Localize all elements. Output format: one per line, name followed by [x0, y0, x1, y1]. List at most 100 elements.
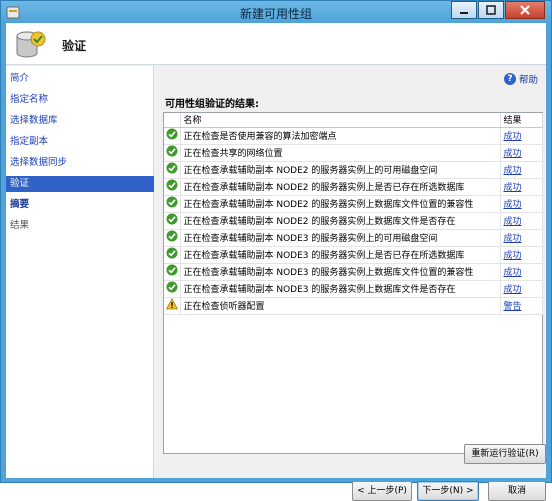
success-check-icon [166, 213, 178, 225]
help-link[interactable]: ? 帮助 [503, 72, 538, 86]
table-row[interactable]: 正在检查共享的网络位置 成功 [164, 144, 543, 162]
column-header-result[interactable]: 结果 [500, 113, 543, 128]
column-header-icon[interactable] [164, 113, 181, 128]
check-name: 正在检查承载辅助副本 NODE3 的服务器实例上数据库文件位置的兼容性 [180, 263, 501, 281]
result-cell: 成功 [500, 280, 543, 298]
result-cell: 成功 [500, 212, 543, 230]
nav-step-select-databases[interactable]: 选择数据库 [6, 113, 154, 129]
status-cell [164, 229, 181, 247]
table-row[interactable]: 正在检查承载辅助副本 NODE3 的服务器实例上数据库文件位置的兼容性 成功 [164, 263, 543, 281]
status-cell [164, 144, 181, 162]
success-check-icon [166, 179, 178, 191]
table-row[interactable]: 正在检查承载辅助副本 NODE2 的服务器实例上数据库文件是否存在 成功 [164, 212, 543, 230]
check-name: 正在检查是否使用兼容的算法加密端点 [180, 127, 501, 145]
result-warning-link[interactable]: 警告 [504, 302, 522, 312]
minimize-icon [460, 12, 468, 14]
maximize-button[interactable] [478, 1, 504, 19]
result-cell: 成功 [500, 229, 543, 247]
status-cell [164, 280, 181, 298]
check-name: 正在检查承载辅助副本 NODE3 的服务器实例上数据库文件是否存在 [180, 280, 501, 298]
check-name: 正在检查侦听器配置 [180, 297, 501, 315]
status-cell [164, 263, 181, 281]
success-check-icon [166, 264, 178, 276]
nav-step-specify-name[interactable]: 指定名称 [6, 92, 154, 108]
success-check-icon [166, 145, 178, 157]
success-check-icon [166, 128, 178, 140]
previous-button[interactable]: < 上一步(P) [352, 481, 412, 501]
nav-step-data-sync[interactable]: 选择数据同步 [6, 155, 154, 171]
result-cell: 警告 [500, 297, 543, 315]
result-success-link[interactable]: 成功 [504, 200, 522, 210]
next-button[interactable]: 下一步(N) > [417, 481, 479, 501]
table-header-row: 名称 结果 [164, 113, 543, 128]
result-success-link[interactable]: 成功 [504, 268, 522, 278]
table-row[interactable]: 正在检查承载辅助副本 NODE3 的服务器实例上是否已存在所选数据库 成功 [164, 246, 543, 264]
result-cell: 成功 [500, 144, 543, 162]
database-check-icon [16, 31, 46, 58]
validation-results-table: 名称 结果 正在检查是否使用兼容的算法加密端点 成功 正在检查共享的网络位置 成功 正在… [163, 112, 543, 454]
check-name: 正在检查共享的网络位置 [180, 144, 501, 162]
cancel-button[interactable]: 取消 [488, 481, 546, 501]
table-row[interactable]: 正在检查承载辅助副本 NODE2 的服务器实例上是否已存在所选数据库 成功 [164, 178, 543, 196]
success-check-icon [166, 196, 178, 208]
status-cell [164, 212, 181, 230]
main-content: ? 帮助 可用性组验证的结果: 名称 结果 正在检查是否使用兼容的算法加密端点成… [155, 66, 546, 501]
help-label: 帮助 [518, 75, 538, 86]
result-success-link[interactable]: 成功 [504, 217, 522, 227]
result-cell: 成功 [500, 246, 543, 264]
result-cell: 成功 [500, 263, 543, 281]
check-name: 正在检查承载辅助副本 NODE2 的服务器实例上数据库文件位置的兼容性 [180, 195, 501, 213]
result-success-link[interactable]: 成功 [504, 183, 522, 193]
warning-icon [165, 297, 178, 310]
check-name: 正在检查承载辅助副本 NODE3 的服务器实例上是否已存在所选数据库 [180, 246, 501, 264]
status-cell [164, 127, 181, 145]
status-cell [164, 161, 181, 179]
table-row[interactable]: 正在检查侦听器配置 警告 [164, 297, 543, 315]
result-success-link[interactable]: 成功 [504, 132, 522, 142]
status-cell [164, 178, 181, 196]
maximize-icon [486, 5, 496, 15]
table-row[interactable]: 正在检查承载辅助副本 NODE3 的服务器实例上的可用磁盘空间 成功 [164, 229, 543, 247]
check-name: 正在检查承载辅助副本 NODE3 的服务器实例上的可用磁盘空间 [180, 229, 501, 247]
status-cell [164, 195, 181, 213]
wizard-steps-nav: 简介 指定名称 选择数据库 指定副本 选择数据同步 验证 摘要 结果 [6, 66, 154, 478]
result-cell: 成功 [500, 178, 543, 196]
rerun-validation-button[interactable]: 重新运行验证(R) [464, 444, 546, 464]
status-cell [164, 297, 181, 315]
nav-step-validation[interactable]: 验证 [6, 176, 154, 192]
success-check-icon [166, 230, 178, 242]
table-row[interactable]: 正在检查承载辅助副本 NODE3 的服务器实例上数据库文件是否存在 成功 [164, 280, 543, 298]
title-bar[interactable]: 新建可用性组 [1, 1, 551, 23]
result-cell: 成功 [500, 127, 543, 145]
wizard-window: 新建可用性组 验证 简介 指定名称 选择数据库 指定副本 选择数据同步 验证 摘… [0, 0, 552, 501]
column-header-name[interactable]: 名称 [180, 113, 501, 128]
table-row[interactable]: 正在检查是否使用兼容的算法加密端点 成功 [164, 127, 543, 145]
status-cell [164, 246, 181, 264]
page-header: 验证 [6, 23, 546, 65]
result-success-link[interactable]: 成功 [504, 285, 522, 295]
nav-step-intro[interactable]: 简介 [6, 71, 154, 87]
wizard-client: 验证 简介 指定名称 选择数据库 指定副本 选择数据同步 验证 摘要 结果 ? … [6, 23, 546, 501]
check-name: 正在检查承载辅助副本 NODE2 的服务器实例上数据库文件是否存在 [180, 212, 501, 230]
nav-step-specify-replicas[interactable]: 指定副本 [6, 134, 154, 150]
table-row[interactable]: 正在检查承载辅助副本 NODE2 的服务器实例上的可用磁盘空间 成功 [164, 161, 543, 179]
result-success-link[interactable]: 成功 [504, 149, 522, 159]
check-name: 正在检查承载辅助副本 NODE2 的服务器实例上是否已存在所选数据库 [180, 178, 501, 196]
result-success-link[interactable]: 成功 [504, 251, 522, 261]
close-icon [520, 5, 530, 15]
result-cell: 成功 [500, 161, 543, 179]
nav-step-summary[interactable]: 摘要 [6, 197, 154, 213]
minimize-button[interactable] [451, 1, 477, 19]
nav-step-results: 结果 [10, 220, 30, 231]
table-row[interactable]: 正在检查承载辅助副本 NODE2 的服务器实例上数据库文件位置的兼容性 成功 [164, 195, 543, 213]
close-button[interactable] [505, 1, 545, 19]
result-cell: 成功 [500, 195, 543, 213]
section-title: 可用性组验证的结果: [165, 99, 259, 110]
success-check-icon [166, 162, 178, 174]
help-icon: ? [503, 73, 516, 85]
success-check-icon [166, 247, 178, 259]
result-success-link[interactable]: 成功 [504, 234, 522, 244]
result-success-link[interactable]: 成功 [504, 166, 522, 176]
check-name: 正在检查承载辅助副本 NODE2 的服务器实例上的可用磁盘空间 [180, 161, 501, 179]
page-title: 验证 [62, 39, 87, 53]
